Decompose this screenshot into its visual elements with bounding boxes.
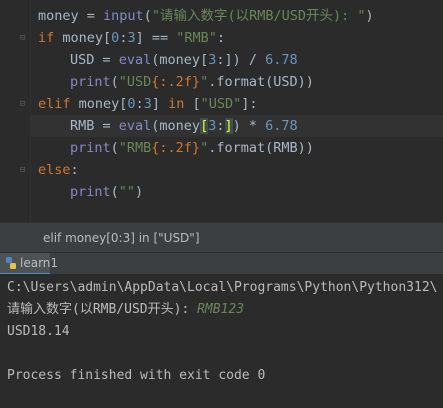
token: = xyxy=(78,8,104,24)
code-line-6-current[interactable]: RMB = eval(money[3:]) * 6.78 xyxy=(31,115,443,137)
token: 6.78 xyxy=(265,118,298,134)
code-line-4[interactable]: print("USD{:.2f}".format(USD)) xyxy=(38,71,314,93)
token: [ xyxy=(184,96,201,112)
fold-marker-icon[interactable]: ⊟ xyxy=(20,34,27,43)
token: : xyxy=(216,118,225,134)
tab-label: learn1 xyxy=(20,256,59,270)
code-line-1[interactable]: money = input("请输入数字(以RMB/USD开头): ") xyxy=(38,5,374,27)
token: input xyxy=(103,8,144,24)
code-line-8[interactable]: else: xyxy=(38,159,79,181)
breadcrumb[interactable]: elif money[0:3] in ["USD"] xyxy=(43,223,200,253)
code-line-2[interactable]: if money[0:3] == "RMB": xyxy=(38,27,225,49)
console-user-input: RMB123 xyxy=(197,302,245,317)
console-exit-message: Process finished with exit code 0 xyxy=(7,368,266,383)
token: "RMB xyxy=(118,140,152,156)
code-line-7[interactable]: print("RMB{:.2f}".format(RMB)) xyxy=(38,137,314,159)
token: 3 xyxy=(127,30,136,46)
console-output-line: USD18.14 xyxy=(7,324,70,339)
token: 0 xyxy=(127,96,136,112)
console-command-line: C:\Users\admin\AppData\Local\Programs\Py… xyxy=(7,280,438,295)
token: (money[ xyxy=(151,52,209,68)
token: "请输入数字(以RMB/USD开头): " xyxy=(151,8,366,24)
token: " xyxy=(200,74,209,90)
token: ) xyxy=(135,184,144,200)
token: "USD" xyxy=(200,96,242,112)
token: elif xyxy=(38,96,71,112)
bracket-match: ] xyxy=(224,118,233,134)
token: ( xyxy=(110,184,119,200)
token: : xyxy=(216,30,226,46)
token: " xyxy=(200,140,209,156)
token: {:.2f} xyxy=(151,74,201,90)
token: eval xyxy=(118,118,152,134)
console-prompt-line: 请输入数字(以RMB/USD开头): RMB123 xyxy=(7,299,244,321)
token: {:.2f} xyxy=(151,140,201,156)
token: "" xyxy=(118,184,136,200)
token: ( xyxy=(110,140,119,156)
token: .format(RMB)) xyxy=(208,140,314,156)
token: : xyxy=(70,162,79,178)
token: ( xyxy=(110,74,119,90)
token: 6.78 xyxy=(265,52,298,68)
run-tool-window-tabs: learn1 xyxy=(0,252,443,275)
token: money[ xyxy=(54,30,112,46)
token: money[ xyxy=(70,96,128,112)
token: in xyxy=(168,96,185,112)
code-line-3[interactable]: USD = eval(money[3:]) / 6.78 xyxy=(38,49,298,71)
token: .format(USD)) xyxy=(208,74,314,90)
token: print xyxy=(70,140,111,156)
console-prompt: 请输入数字(以RMB/USD开头): xyxy=(7,302,198,317)
token: eval xyxy=(118,52,152,68)
token: else xyxy=(38,162,71,178)
token: ) * xyxy=(232,118,266,134)
token: : xyxy=(135,96,144,112)
fold-marker-icon[interactable]: ⊟ xyxy=(20,100,27,109)
python-run-icon xyxy=(6,257,16,269)
token: if xyxy=(38,30,55,46)
bracket-match: [ xyxy=(200,118,209,134)
token: ] xyxy=(151,96,169,112)
token: ) xyxy=(365,8,374,24)
token: "RMB" xyxy=(176,30,217,46)
token: USD = xyxy=(70,52,119,68)
token: ( xyxy=(143,8,152,24)
gutter-divider xyxy=(30,0,31,222)
token: print xyxy=(70,184,111,200)
token: RMB = xyxy=(70,118,119,134)
breadcrumb-bar: elif money[0:3] in ["USD"] xyxy=(0,222,443,253)
code-line-9[interactable]: print("") xyxy=(38,181,143,203)
token: print xyxy=(70,74,111,90)
token: (money xyxy=(151,118,201,134)
token: :]) / xyxy=(216,52,266,68)
token: ]: xyxy=(241,96,258,112)
token: ] == xyxy=(135,30,177,46)
code-line-5[interactable]: elif money[0:3] in ["USD"]: xyxy=(38,93,258,115)
fold-marker-icon[interactable]: ⊟ xyxy=(20,166,27,175)
token: 3 xyxy=(143,96,152,112)
tab-learn1[interactable]: learn1 xyxy=(0,253,58,275)
code-editor[interactable]: ⊟ ⊟ ⊟ money = input("请输入数字(以RMB/USD开头): … xyxy=(0,0,443,222)
token: "USD xyxy=(118,74,152,90)
token: money xyxy=(38,8,79,24)
run-console[interactable]: C:\Users\admin\AppData\Local\Programs\Py… xyxy=(0,274,443,408)
